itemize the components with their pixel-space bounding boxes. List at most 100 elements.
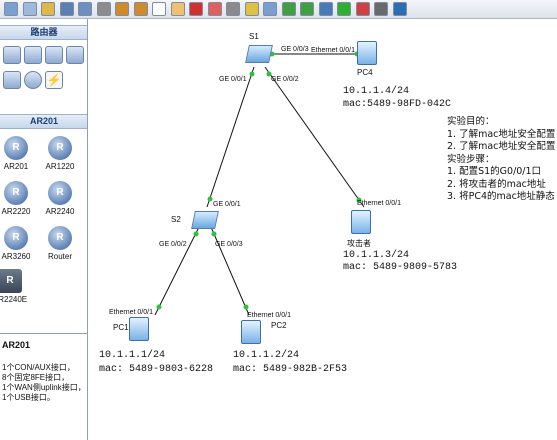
device-ar3260[interactable]: R AR3260 — [0, 226, 38, 261]
port-status-dot — [211, 231, 217, 237]
device-label: AR1220 — [45, 162, 75, 171]
redo-icon[interactable] — [133, 2, 148, 16]
device-panel: 路由器 ⚡ AR201 R AR201 R AR1220 R AR2220 R … — [0, 19, 88, 440]
text-icon[interactable] — [226, 2, 240, 16]
link-s1-s2 — [206, 66, 255, 208]
port-status-dot — [249, 71, 255, 77]
section-router-header[interactable]: 路由器 — [0, 25, 87, 40]
port-status-dot — [207, 196, 213, 202]
router-icon: R — [48, 136, 72, 160]
port-label: GE 0/0/3 — [281, 46, 309, 53]
host-mac: mac: 5489-982B-2F53 — [233, 364, 348, 375]
port-status-dot — [193, 231, 199, 237]
host-ip: 10.1.1.4/24 — [343, 86, 410, 97]
device-label: Router — [47, 252, 72, 261]
stop-icon[interactable] — [355, 2, 370, 16]
port-label: Ethernet 0/0/1 — [247, 312, 291, 319]
save-icon[interactable] — [59, 2, 74, 16]
start-icon[interactable] — [337, 2, 351, 16]
cli-icon[interactable] — [374, 2, 388, 16]
port-label: GE 0/0/2 — [271, 76, 299, 83]
experiment-notes[interactable]: 实验目的： 1. 了解mac地址安全配置 2. 了解mac地址安全配置 实验步骤… — [447, 116, 557, 204]
device-ar1220[interactable]: R AR1220 — [38, 136, 82, 171]
zoom-out-icon[interactable] — [300, 2, 314, 16]
undo-icon[interactable] — [115, 2, 129, 16]
port-label: GE 0/0/1 — [213, 201, 241, 208]
device-ar2240[interactable]: R AR2240 — [38, 181, 82, 216]
zoom-in-icon[interactable] — [281, 2, 296, 16]
port-label: GE 0/0/3 — [215, 241, 243, 248]
firewall-category-icon[interactable] — [66, 46, 84, 64]
notes-line: 3. 将PC4的mac地址静态 — [447, 191, 555, 202]
capture-icon[interactable] — [318, 2, 333, 16]
panel-divider — [0, 333, 87, 334]
power-category-icon[interactable]: ⚡ — [45, 71, 63, 89]
pc-category-icon[interactable] — [3, 71, 21, 89]
wireless-category-icon[interactable] — [45, 46, 63, 64]
port-label: Ethernet 0/0/1 — [357, 200, 401, 207]
switch-s1-name: S1 — [249, 32, 259, 41]
device-label: AR3260 — [1, 252, 31, 261]
palette-icon[interactable] — [263, 2, 277, 16]
host-attacker-name: 攻击者 — [347, 239, 371, 248]
host-mac: mac: 5489-9803-6228 — [99, 364, 214, 375]
router-icon: R — [0, 269, 22, 293]
open-icon[interactable] — [41, 2, 55, 16]
pc-icon — [351, 210, 371, 234]
new-icon[interactable] — [22, 2, 37, 16]
host-pc4-name: PC4 — [357, 68, 373, 77]
device-ar2220[interactable]: R AR2220 — [0, 181, 38, 216]
notes-line: 1. 了解mac地址安全配置 — [447, 128, 556, 140]
topology-canvas[interactable]: S1 GE 0/0/3 GE 0/0/1 GE 0/0/2 Ethernet 0… — [89, 19, 557, 440]
router-icon: R — [4, 136, 28, 160]
rectangle-icon[interactable] — [244, 2, 259, 16]
notes-line: 实验目的： — [447, 116, 495, 127]
port-label: Ethernet 0/0/1 — [109, 309, 153, 316]
save-as-icon[interactable] — [78, 2, 92, 16]
cloud-category-icon[interactable] — [24, 71, 42, 89]
links-layer — [154, 51, 365, 316]
settings-icon[interactable] — [392, 2, 407, 16]
device-info-title: AR201 — [2, 340, 31, 350]
switch-category-icon[interactable] — [24, 46, 42, 64]
switch-icon — [245, 45, 273, 63]
select-icon[interactable] — [152, 2, 166, 16]
new-topology-icon[interactable] — [4, 2, 18, 16]
host-pc2-name: PC2 — [271, 321, 287, 330]
port-label: GE 0/0/1 — [219, 76, 247, 83]
device-label: AR2240E — [0, 295, 28, 304]
port-label: Ethernet 0/0/1 — [311, 47, 355, 54]
hand-icon[interactable] — [170, 2, 185, 16]
device-ar2240e[interactable]: R AR2240E — [0, 269, 32, 304]
notes-line: 1. 配置S1的G0/0/1口 — [447, 166, 542, 177]
notes-line: 实验步骤： — [447, 153, 495, 165]
device-ar201[interactable]: R AR201 — [0, 136, 38, 171]
device-label: AR201 — [3, 162, 29, 171]
host-mac: mac: 5489-9809-5783 — [343, 262, 458, 273]
host-mac: mac:5489-98FD-042C — [343, 99, 452, 110]
host-ip: 10.1.1.1/24 — [99, 350, 166, 361]
router-icon: R — [4, 226, 28, 250]
switch-s2-name: S2 — [171, 215, 181, 224]
notes-line: 2. 了解mac地址安全配置 — [447, 141, 556, 152]
port-label: GE 0/0/2 — [159, 241, 187, 248]
pc-icon — [357, 41, 377, 65]
router-icon: R — [48, 181, 72, 205]
switch-icon — [191, 211, 219, 229]
pc-icon — [129, 317, 149, 341]
print-icon[interactable] — [96, 2, 111, 16]
router-icon: R — [4, 181, 28, 205]
toolbar — [0, 0, 557, 19]
section-ar201-header[interactable]: AR201 — [0, 114, 87, 129]
notes-line: 2. 将攻击者的mac地址 — [447, 178, 546, 190]
host-ip: 10.1.1.2/24 — [233, 350, 300, 361]
host-pc1-name: PC1 — [113, 323, 129, 332]
router-category-icon[interactable] — [3, 46, 21, 64]
pc-icon — [241, 320, 261, 344]
device-label: AR2240 — [45, 207, 75, 216]
delete-icon[interactable] — [189, 2, 203, 16]
device-router[interactable]: R Router — [38, 226, 82, 261]
router-icon: R — [48, 226, 72, 250]
port-status-dot — [243, 304, 249, 310]
delete-link-icon[interactable] — [207, 2, 222, 16]
